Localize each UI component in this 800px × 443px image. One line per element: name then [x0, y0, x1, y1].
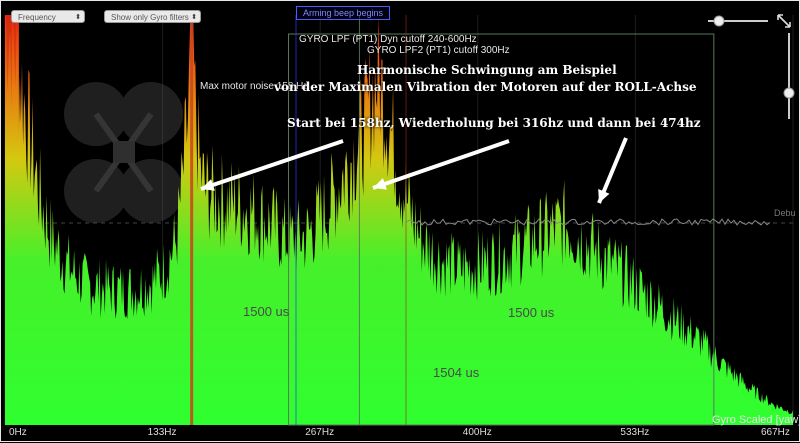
annotation-arrows	[200, 137, 628, 204]
chevron-down-icon: ⬍	[75, 14, 81, 21]
debug-label: Debu	[774, 208, 796, 218]
arrow-158hz	[200, 139, 344, 191]
gyro-lpf1-label: GYRO LPF (PT1) Dyn cutoff 240-600Hz	[299, 34, 477, 45]
annotation-title-2: von der Maximalen Vibration der Motoren …	[274, 80, 697, 94]
spectrum-type-select[interactable]: Frequency ⬍	[11, 10, 85, 23]
drone-body	[113, 141, 135, 163]
throttle-readout: 1504 us	[433, 365, 480, 380]
gyro-lpf2-label: GYRO LPF2 (PT1) cutoff 300Hz	[367, 45, 510, 56]
throttle-readout: 1500 us	[243, 304, 290, 319]
annotation-detail: Start bei 158hz, Wiederholung bei 316hz …	[287, 116, 701, 130]
expand-icon[interactable]	[776, 13, 792, 29]
x-tick-label: 133Hz	[147, 427, 177, 438]
x-tick-label: 400Hz	[462, 427, 492, 438]
arming-beep-marker: Arming beep begins	[296, 6, 391, 20]
gyro-filter-value: Show only Gyro filters	[111, 13, 189, 22]
series-label: Gyro Scaled [yaw]	[712, 414, 800, 426]
spectrum-view: Frequency ⬍ Show only Gyro filters ⬍ Arm…	[0, 0, 800, 442]
low-frequency-band	[5, 15, 19, 425]
x-tick-label: 533Hz	[620, 427, 650, 438]
chevron-down-icon: ⬍	[191, 14, 197, 21]
x-tick-label: 667Hz	[761, 427, 790, 438]
annotation-title-1: Harmonische Schwingung am Beispiel	[357, 63, 617, 77]
zoom-slider[interactable]	[704, 13, 772, 29]
x-tick-label: 267Hz	[305, 427, 335, 438]
x-tick-label: 0Hz	[9, 427, 27, 438]
throttle-readout: 1500 us	[508, 305, 555, 320]
spectrum-type-value: Frequency	[18, 13, 56, 22]
quad-drone-overlay	[64, 82, 183, 223]
gain-slider[interactable]	[783, 31, 795, 121]
debug-trace	[406, 218, 771, 226]
gyro-filter-select[interactable]: Show only Gyro filters ⬍	[104, 10, 201, 23]
